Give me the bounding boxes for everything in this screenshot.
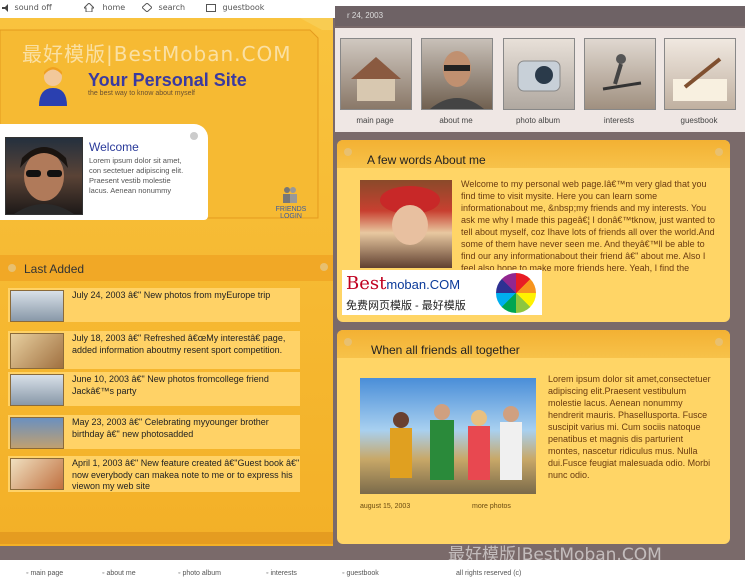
footer-link-photo-label: photo album (182, 570, 221, 577)
girl-red-hat-icon (380, 186, 440, 245)
home-link[interactable]: home (82, 2, 126, 13)
footer-link-about[interactable]: ◦ about me (102, 570, 136, 577)
friends-text: Lorem ipsum dolor sit amet,consectetuer … (548, 374, 711, 480)
footer-link-interests-label: interests (270, 570, 297, 577)
news-text: April 1, 2003 â€" New feature created â€… (72, 458, 300, 491)
speaker-icon (2, 3, 8, 12)
current-date: r 24, 2003 (347, 11, 384, 20)
man-sunglasses-icon (14, 147, 74, 214)
user-avatar-icon (39, 67, 67, 106)
left-footer-strip (0, 532, 333, 544)
footer-link-about-label: about me (106, 570, 136, 577)
person-icon[interactable] (421, 38, 493, 110)
skateboard-icon[interactable] (584, 38, 656, 110)
screw-icon (320, 263, 328, 271)
news-item[interactable]: June 10, 2003 â€" New photos fromcollege… (8, 372, 300, 406)
news-item[interactable]: July 18, 2003 â€" Refreshed â€œMy intere… (8, 331, 300, 369)
news-text: July 18, 2003 â€" Refreshed â€œMy intere… (72, 333, 286, 355)
screw-icon (715, 148, 723, 156)
book-icon (206, 3, 216, 12)
guestbook-link[interactable]: guestbook (206, 3, 264, 12)
sound-toggle[interactable]: sound off (2, 3, 52, 12)
pen-icon (10, 458, 64, 490)
friends-login-link[interactable]: FRIENDS LOGIN (268, 186, 314, 220)
search-icon (141, 2, 153, 13)
date-strip: r 24, 2003 (335, 6, 745, 26)
nav-guestbook[interactable]: guestbook (660, 116, 738, 125)
nav-photo-album[interactable]: photo album (499, 116, 577, 125)
bestmoban-logo-b: moban.COM (386, 277, 461, 292)
bestmoban-logo-a: Best (346, 273, 387, 294)
news-text: May 23, 2003 â€" Celebrating myyounger b… (72, 417, 269, 439)
copyright-text: all rights reserved (c) (456, 570, 522, 577)
nav-about-me[interactable]: about me (417, 116, 495, 125)
friends-photo-date: august 15, 2003 (360, 503, 411, 510)
footer-link-photo[interactable]: ◦ photo album (178, 570, 221, 577)
house-icon[interactable] (340, 38, 412, 110)
watermark-top: 最好模版|BestMoban.COM (22, 42, 292, 66)
last-added-title: Last Added (24, 262, 85, 276)
friends-photo (360, 378, 536, 494)
screw-icon (190, 132, 198, 140)
news-item[interactable]: July 24, 2003 â€" New photos from myEuro… (8, 288, 300, 322)
more-photos-link[interactable]: more photos (472, 503, 511, 510)
bestmoban-banner[interactable]: Bestmoban.COM 免费网页模版 - 最好模版 (342, 270, 542, 315)
news-text: June 10, 2003 â€" New photos fromcollege… (72, 374, 269, 396)
friends-title: When all friends all together (371, 343, 520, 357)
footer-link-main-label: main page (30, 570, 64, 577)
camera-icon[interactable] (503, 38, 575, 110)
bestmoban-subtitle: 免费网页模版 - 最好模版 (346, 300, 466, 312)
sound-toggle-label: sound off (14, 3, 52, 12)
bestmoban-logo: Bestmoban.COM (346, 273, 460, 294)
news-item[interactable]: May 23, 2003 â€" Celebrating myyounger b… (8, 415, 300, 449)
welcome-photo (5, 137, 83, 215)
friends-label: FRIENDS (275, 206, 307, 213)
footer-link-guestbook-label: guestbook (346, 570, 379, 577)
welcome-title: Welcome (89, 140, 139, 154)
balloons-icon (10, 417, 64, 449)
home-icon (82, 2, 96, 13)
home-link-label: home (102, 3, 126, 12)
screw-icon (8, 264, 16, 272)
group-of-friends-icon (390, 404, 522, 480)
pen-icon[interactable] (664, 38, 736, 110)
nav-interests[interactable]: interests (580, 116, 658, 125)
search-link-label: search (158, 3, 186, 12)
guestbook-link-label: guestbook (222, 3, 265, 12)
site-title: Your Personal Site (88, 70, 247, 90)
screw-icon (715, 338, 723, 346)
screw-icon (344, 148, 352, 156)
site-subtitle: the best way to know about myself (88, 90, 195, 97)
footer-link-guestbook[interactable]: ◦ guestbook (342, 570, 379, 577)
search-link[interactable]: search (141, 2, 186, 13)
tools-icon (10, 333, 64, 369)
footer-link-main[interactable]: ◦ main page (26, 570, 63, 577)
news-item[interactable]: April 1, 2003 â€" New feature created â€… (8, 456, 300, 492)
news-text: July 24, 2003 â€" New photos from myEuro… (72, 290, 271, 300)
about-title: A few words About me (367, 153, 486, 167)
screw-icon (344, 338, 352, 346)
nav-main-page[interactable]: main page (336, 116, 414, 125)
about-photo (360, 180, 452, 268)
color-wheel-icon (496, 273, 536, 313)
bottom-navigation-bar: ◦ main page ◦ about me ◦ photo album ◦ i… (0, 560, 745, 580)
footer-link-interests[interactable]: ◦ interests (266, 570, 297, 577)
camera-icon (10, 290, 64, 322)
login-label: LOGIN (280, 213, 302, 220)
last-added-header: Last Added (0, 255, 333, 281)
camera-icon (10, 374, 64, 406)
welcome-text: Lorem ipsum dolor sit amet, con sectetue… (89, 156, 184, 195)
